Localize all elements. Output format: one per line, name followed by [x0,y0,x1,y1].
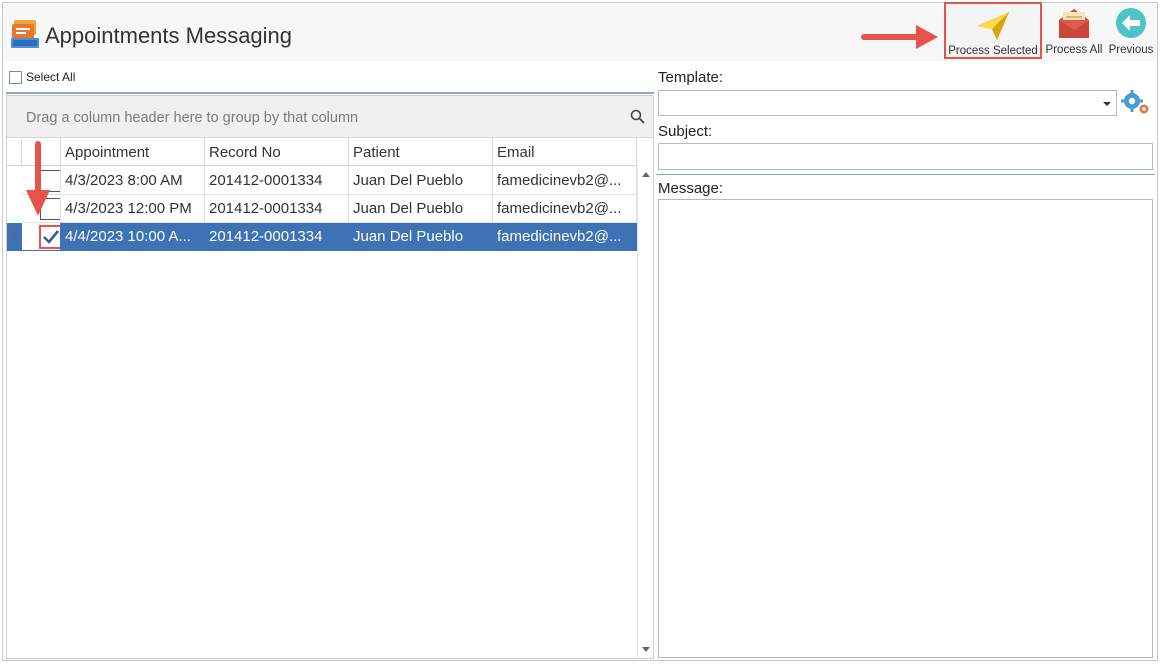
template-dropdown[interactable] [658,90,1117,116]
scroll-up-icon[interactable] [642,172,650,177]
patient-cell: Juan Del Pueblo [349,223,493,251]
column-header-record-no[interactable]: Record No [205,139,349,166]
annotation-arrow-down [26,141,50,216]
patient-cell: Juan Del Pueblo [349,195,493,223]
previous-button[interactable]: Previous [1105,3,1157,59]
divider [656,174,1155,175]
table-row[interactable]: 4/3/2023 12:00 PM 201412-0001334 Juan De… [7,195,637,223]
select-all-label: Select All [26,70,76,84]
record-no-cell: 201412-0001334 [205,167,349,195]
column-header-patient[interactable]: Patient [349,139,493,166]
row-checkbox-cell [22,223,61,251]
subject-field[interactable] [658,143,1153,170]
process-all-button[interactable]: Process All [1045,3,1103,59]
email-cell: famedicinevb2@... [493,167,637,195]
chevron-down-icon [1103,102,1111,106]
select-all-box[interactable] [9,70,22,84]
group-by-panel[interactable]: Drag a column header here to group by th… [7,96,653,138]
record-no-cell: 201412-0001334 [205,195,349,223]
subject-label: Subject: [658,123,713,140]
row-checkbox-checked[interactable] [39,225,60,249]
process-selected-button[interactable]: Process Selected [944,2,1042,59]
focused-row-indicator [12,234,16,240]
page-title: Appointments Messaging [45,23,293,48]
previous-label: Previous [1108,44,1154,56]
search-icon[interactable] [630,109,645,124]
vertical-scrollbar[interactable] [637,166,653,658]
gears-icon[interactable] [1121,88,1151,116]
appointment-cell: 4/3/2023 8:00 AM [61,167,205,195]
process-all-label: Process All [1045,44,1103,56]
table-row-selected[interactable]: 4/4/2023 10:00 A... 201412-0001334 Juan … [7,223,637,251]
appointment-cell: 4/4/2023 10:00 A... [61,223,205,251]
column-header-appointment[interactable]: Appointment [61,139,205,166]
messages-app-icon [11,20,39,48]
record-no-cell: 201412-0001334 [205,223,349,251]
group-by-hint: Drag a column header here to group by th… [26,110,359,126]
paper-plane-icon [977,12,1009,40]
column-header-email[interactable]: Email [493,139,637,166]
select-all-checkbox[interactable]: Select All [9,70,75,84]
checkmark-icon [43,230,60,244]
appointment-cell: 4/3/2023 12:00 PM [61,195,205,223]
table-row[interactable]: 4/3/2023 8:00 AM 201412-0001334 Juan Del… [7,167,637,195]
email-cell: famedicinevb2@... [493,223,637,251]
scroll-down-icon[interactable] [642,647,650,652]
message-label: Message: [658,180,724,197]
annotation-arrow-right [861,25,938,49]
appointments-grid: Drag a column header here to group by th… [6,95,654,659]
process-selected-label: Process Selected [948,45,1038,57]
open-envelope-icon [1059,9,1089,38]
patient-cell: Juan Del Pueblo [349,167,493,195]
back-arrow-circle-icon [1116,8,1146,38]
email-cell: famedicinevb2@... [493,195,637,223]
message-textarea[interactable] [658,199,1153,658]
template-label: Template: [658,69,724,86]
row-indicator-header [7,139,22,166]
divider [6,92,654,94]
